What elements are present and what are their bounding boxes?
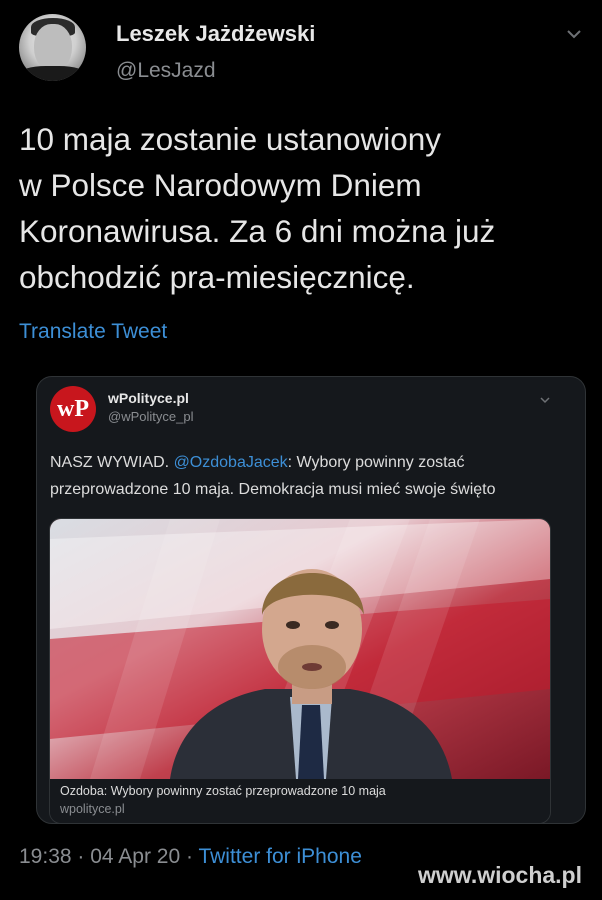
link-preview-domain: wpolityce.pl bbox=[60, 802, 125, 816]
meta-separator: · bbox=[77, 845, 85, 868]
avatar-shoulders bbox=[19, 66, 86, 81]
tweet-text: 10 maja zostanie ustanowiony w Polsce Na… bbox=[19, 121, 496, 295]
tweet-time[interactable]: 19:38 bbox=[19, 845, 72, 868]
author-avatar[interactable] bbox=[19, 14, 86, 81]
tweet-meta-line: 19:38 · 04 Apr 20 · Twitter for iPhone bbox=[19, 845, 362, 869]
wpolityce-logo[interactable]: wP bbox=[50, 386, 96, 432]
author-handle[interactable]: @LesJazd bbox=[116, 59, 216, 83]
quoted-text-prefix: NASZ WYWIAD. bbox=[50, 454, 174, 471]
meta-separator: · bbox=[186, 845, 193, 868]
translate-tweet-link[interactable]: Translate Tweet bbox=[19, 320, 167, 344]
link-preview-image bbox=[50, 519, 550, 779]
source-app-link[interactable]: Twitter for iPhone bbox=[198, 845, 361, 868]
link-preview-title: Ozdoba: Wybory powinny zostać przeprowad… bbox=[60, 784, 386, 798]
chevron-down-icon[interactable] bbox=[540, 396, 550, 404]
interview-photo bbox=[50, 519, 550, 779]
author-name[interactable]: Leszek Jażdżewski bbox=[116, 21, 315, 47]
chevron-down-icon[interactable] bbox=[566, 28, 582, 40]
quoted-author-handle: @wPolityce_pl bbox=[108, 409, 194, 424]
link-preview-card[interactable]: Ozdoba: Wybory powinny zostać przeprowad… bbox=[49, 518, 551, 823]
quoted-tweet-card[interactable]: wP wPolityce.pl @wPolityce_pl NASZ WYWIA… bbox=[36, 376, 586, 824]
mention-link[interactable]: @OzdobaJacek bbox=[174, 454, 288, 471]
quoted-tweet-text: NASZ WYWIAD. @OzdobaJacek: Wybory powinn… bbox=[50, 449, 570, 503]
link-preview-meta: Ozdoba: Wybory powinny zostać przeprowad… bbox=[50, 779, 550, 823]
quoted-author-name: wPolityce.pl bbox=[108, 390, 189, 406]
avatar-face bbox=[34, 24, 72, 72]
tweet-date[interactable]: 04 Apr 20 bbox=[90, 845, 180, 868]
watermark: www.wiocha.pl bbox=[418, 862, 582, 888]
